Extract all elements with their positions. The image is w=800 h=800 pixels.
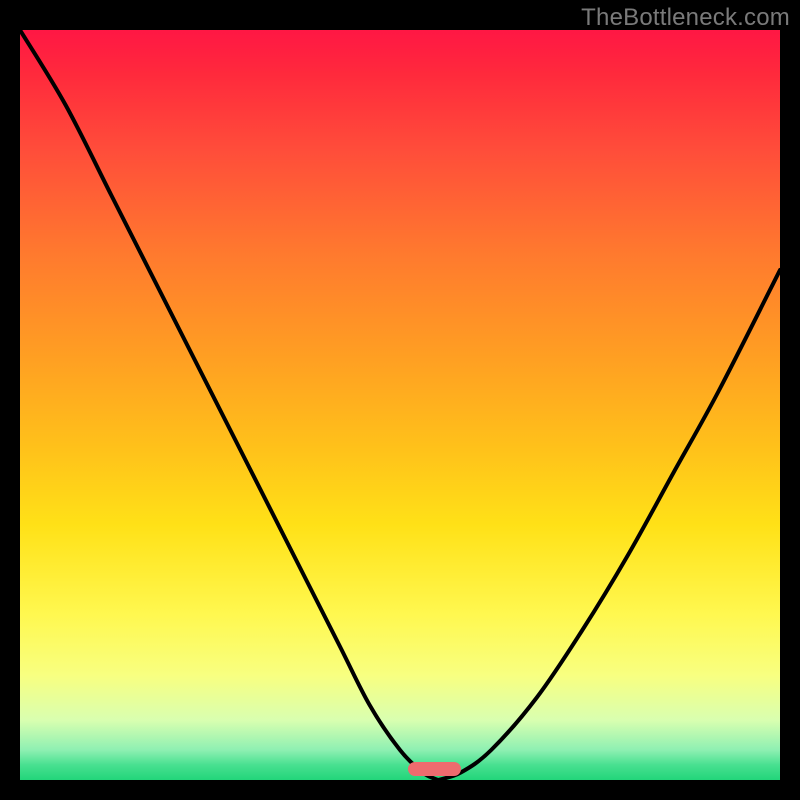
right-curve (438, 270, 780, 780)
left-curve (20, 30, 438, 780)
chart-frame: TheBottleneck.com (0, 0, 800, 800)
curve-layer (20, 30, 780, 780)
plot-area (20, 30, 780, 780)
watermark-text: TheBottleneck.com (581, 4, 790, 32)
minimum-marker (408, 762, 461, 776)
